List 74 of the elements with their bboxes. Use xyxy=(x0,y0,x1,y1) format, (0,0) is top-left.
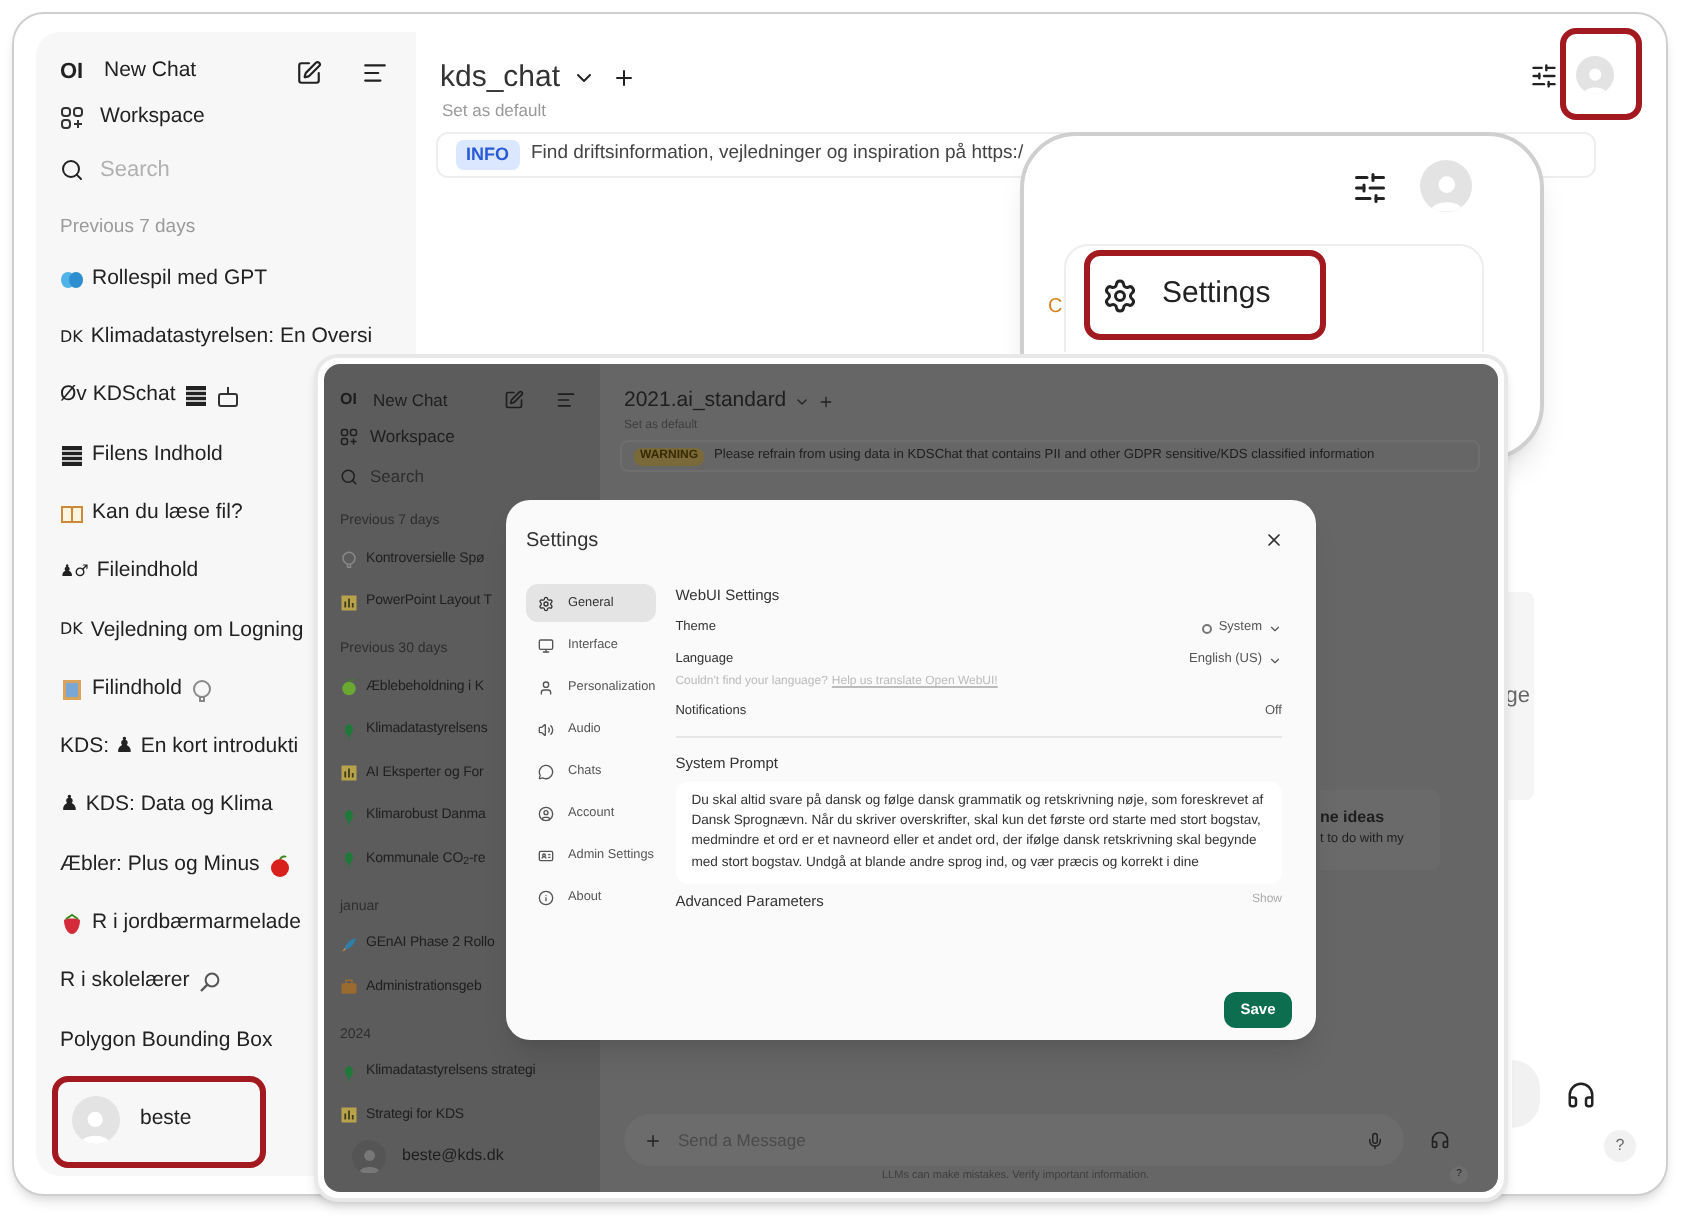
monitor-icon xyxy=(538,637,554,653)
list-icon xyxy=(60,443,84,468)
apple-icon xyxy=(267,853,292,878)
binder-icon xyxy=(60,677,84,702)
chat-title[interactable]: Fileindhold xyxy=(96,556,199,588)
chat-title[interactable]: R i jordbærmarmelade xyxy=(92,908,301,940)
book-icon xyxy=(60,501,84,526)
user-name[interactable]: beste xyxy=(140,1104,192,1137)
leaf-icon xyxy=(340,1063,358,1082)
settings-menu-item[interactable]: Settings xyxy=(1084,250,1326,340)
chat-title[interactable]: Øv KDSchat xyxy=(60,380,176,413)
masks-icon xyxy=(60,267,84,292)
search-icon xyxy=(60,158,84,182)
chat-title[interactable]: ♟ KDS: Data og Klima xyxy=(60,790,273,823)
highlight-frame xyxy=(1560,28,1642,120)
logo: OI xyxy=(60,57,86,88)
magnifier-icon xyxy=(197,970,222,995)
chart-icon xyxy=(340,1106,358,1125)
leaf-icon xyxy=(340,850,358,869)
chat-title[interactable]: Rollespil med GPT xyxy=(92,263,268,296)
plus-icon[interactable] xyxy=(612,66,637,91)
headphones-icon[interactable] xyxy=(1566,1080,1596,1110)
chat-title[interactable]: Polygon Bounding Box xyxy=(60,1025,273,1057)
leaf-icon xyxy=(340,721,358,740)
chat-prefix: DK xyxy=(60,325,83,350)
chat-title[interactable]: Filens Indhold xyxy=(92,439,223,471)
controls-icon[interactable] xyxy=(1530,62,1558,90)
chat-title[interactable]: KDS: ♟ En kort introdukti xyxy=(60,732,299,764)
compose-icon[interactable] xyxy=(296,59,322,85)
chat-title[interactable]: Æbler: Plus og Minus xyxy=(60,849,260,881)
list-icon xyxy=(183,384,208,409)
search-icon xyxy=(340,467,358,485)
chat-title[interactable]: Filindhold xyxy=(92,673,182,706)
chat-title[interactable]: Vejledning om Logning xyxy=(90,615,304,647)
person-icon xyxy=(538,679,554,695)
text-fragment: C xyxy=(1048,294,1063,322)
chart-icon xyxy=(340,764,358,783)
outline-circle-icon xyxy=(340,550,358,569)
grid-icon xyxy=(340,427,358,445)
menu-icon[interactable] xyxy=(362,59,388,85)
chat-prefix: ♟♂ xyxy=(60,560,89,585)
chevron-icon xyxy=(1268,621,1282,635)
dialog-title: Settings xyxy=(526,527,599,555)
text-fragment: ne ideas xyxy=(1320,806,1387,830)
chat-title[interactable]: Kan du læse fil? xyxy=(92,497,243,530)
info-tag: INFO xyxy=(456,139,519,171)
workspace-link[interactable]: Workspace xyxy=(100,102,205,134)
section-label: Previous 7 days xyxy=(58,213,198,242)
apple-icon xyxy=(340,678,358,697)
microphone-icon[interactable] xyxy=(1366,1131,1384,1149)
banner-text: Find driftsinformation, vejledninger og inspiration på https:/ xyxy=(531,140,1024,169)
settings-icon xyxy=(1102,277,1138,313)
info-icon xyxy=(538,889,554,905)
grid-icon xyxy=(60,106,84,130)
chevron-icon xyxy=(1268,653,1282,667)
new-chat-link[interactable]: New Chat xyxy=(104,56,280,88)
speech-bubble-icon xyxy=(538,763,554,779)
strawberry-icon xyxy=(60,911,84,936)
user-avatar[interactable] xyxy=(352,1139,386,1173)
leaf-icon xyxy=(340,807,358,826)
briefcase-icon xyxy=(340,978,358,997)
speaker-icon xyxy=(538,721,554,737)
settings-icon xyxy=(538,595,554,611)
controls-icon[interactable] xyxy=(1352,170,1388,206)
model-name[interactable]: kds_chat xyxy=(440,56,561,101)
close-icon[interactable] xyxy=(1264,530,1284,550)
chat-prefix: DK xyxy=(60,618,83,643)
outline-circle-icon xyxy=(189,677,214,702)
chat-title[interactable]: R i skolelærer xyxy=(60,966,190,999)
chat-title[interactable]: Klimadatastyrelsen: En Oversi xyxy=(90,322,373,354)
chart-icon xyxy=(340,593,358,612)
id-card-icon xyxy=(538,847,554,863)
logo: OI xyxy=(340,388,357,412)
user-circle-icon xyxy=(538,805,554,821)
